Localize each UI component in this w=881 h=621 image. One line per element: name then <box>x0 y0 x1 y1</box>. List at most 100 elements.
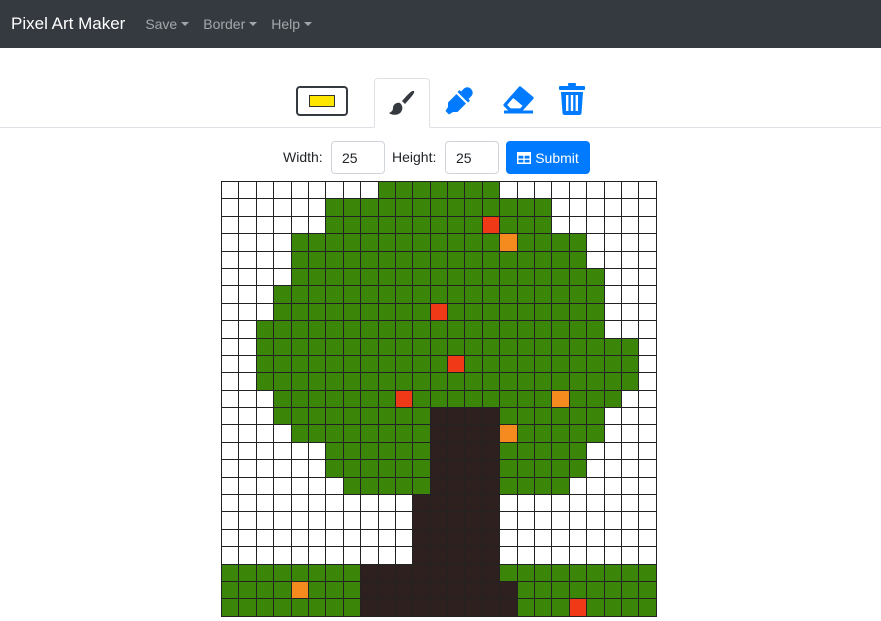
pixel-cell[interactable] <box>361 216 379 235</box>
pixel-cell[interactable] <box>274 599 292 617</box>
pixel-cell[interactable] <box>482 442 501 461</box>
pixel-cell[interactable] <box>639 529 657 548</box>
pixel-cell[interactable] <box>552 495 570 513</box>
pixel-cell[interactable] <box>291 286 309 304</box>
pixel-cell[interactable] <box>517 460 536 478</box>
pixel-cell[interactable] <box>274 460 292 478</box>
pixel-cell[interactable] <box>256 338 275 356</box>
pixel-cell[interactable] <box>326 251 344 269</box>
pixel-cell[interactable] <box>465 268 483 287</box>
pixel-cell[interactable] <box>239 512 257 530</box>
pixel-cell[interactable] <box>500 355 518 374</box>
pixel-cell[interactable] <box>222 460 240 478</box>
pixel-cell[interactable] <box>274 321 292 339</box>
pixel-cell[interactable] <box>482 355 501 374</box>
pixel-cell[interactable] <box>587 425 605 443</box>
eyedropper-tool[interactable] <box>444 84 476 116</box>
pixel-cell[interactable] <box>308 495 327 513</box>
pixel-cell[interactable] <box>274 408 292 426</box>
pixel-cell[interactable] <box>326 529 344 548</box>
pixel-cell[interactable] <box>430 216 449 235</box>
pixel-cell[interactable] <box>291 442 309 461</box>
pixel-cell[interactable] <box>274 477 292 496</box>
pixel-cell[interactable] <box>587 373 605 391</box>
pixel-cell[interactable] <box>378 547 396 565</box>
pixel-cell[interactable] <box>239 408 257 426</box>
pixel-cell[interactable] <box>448 286 466 304</box>
pixel-cell[interactable] <box>621 355 640 374</box>
pixel-cell[interactable] <box>535 268 553 287</box>
pixel-cell[interactable] <box>430 442 449 461</box>
pixel-cell[interactable] <box>517 216 536 235</box>
pixel-cell[interactable] <box>517 286 536 304</box>
pixel-cell[interactable] <box>239 199 257 217</box>
pixel-cell[interactable] <box>552 234 570 252</box>
pixel-cell[interactable] <box>395 355 414 374</box>
pixel-cell[interactable] <box>604 581 622 600</box>
pixel-cell[interactable] <box>430 390 449 409</box>
pixel-cell[interactable] <box>604 425 622 443</box>
pixel-cell[interactable] <box>569 390 588 409</box>
pixel-cell[interactable] <box>482 564 501 582</box>
pixel-cell[interactable] <box>552 321 570 339</box>
pixel-cell[interactable] <box>308 477 327 496</box>
pixel-cell[interactable] <box>326 303 344 322</box>
pixel-cell[interactable] <box>291 564 309 582</box>
pixel-cell[interactable] <box>308 286 327 304</box>
pixel-cell[interactable] <box>639 268 657 287</box>
pixel-cell[interactable] <box>517 581 536 600</box>
pixel-cell[interactable] <box>621 390 640 409</box>
pixel-cell[interactable] <box>587 442 605 461</box>
pixel-cell[interactable] <box>448 373 466 391</box>
pixel-cell[interactable] <box>256 321 275 339</box>
pixel-cell[interactable] <box>535 303 553 322</box>
pixel-cell[interactable] <box>535 564 553 582</box>
pixel-cell[interactable] <box>274 268 292 287</box>
pixel-cell[interactable] <box>482 321 501 339</box>
pixel-cell[interactable] <box>274 547 292 565</box>
pixel-cell[interactable] <box>482 390 501 409</box>
pixel-cell[interactable] <box>308 251 327 269</box>
pixel-cell[interactable] <box>430 599 449 617</box>
pixel-cell[interactable] <box>482 495 501 513</box>
pixel-cell[interactable] <box>587 495 605 513</box>
pixel-cell[interactable] <box>361 477 379 496</box>
pixel-cell[interactable] <box>291 355 309 374</box>
pixel-cell[interactable] <box>569 529 588 548</box>
pixel-cell[interactable] <box>621 216 640 235</box>
pixel-cell[interactable] <box>569 477 588 496</box>
pixel-cell[interactable] <box>587 512 605 530</box>
pixel-cell[interactable] <box>222 321 240 339</box>
pixel-cell[interactable] <box>448 199 466 217</box>
pixel-cell[interactable] <box>639 286 657 304</box>
pixel-cell[interactable] <box>361 251 379 269</box>
pixel-cell[interactable] <box>604 199 622 217</box>
pixel-cell[interactable] <box>274 390 292 409</box>
pixel-cell[interactable] <box>569 495 588 513</box>
pixel-cell[interactable] <box>535 460 553 478</box>
pixel-cell[interactable] <box>500 216 518 235</box>
pixel-cell[interactable] <box>604 564 622 582</box>
pixel-cell[interactable] <box>639 547 657 565</box>
help-menu[interactable]: Help <box>271 16 313 32</box>
pixel-cell[interactable] <box>430 529 449 548</box>
pixel-cell[interactable] <box>500 268 518 287</box>
pixel-cell[interactable] <box>517 182 536 200</box>
pixel-cell[interactable] <box>395 408 414 426</box>
pixel-cell[interactable] <box>308 199 327 217</box>
pixel-cell[interactable] <box>604 442 622 461</box>
pixel-cell[interactable] <box>326 338 344 356</box>
pixel-cell[interactable] <box>274 495 292 513</box>
pixel-cell[interactable] <box>361 564 379 582</box>
pixel-cell[interactable] <box>604 234 622 252</box>
pixel-cell[interactable] <box>587 251 605 269</box>
pixel-cell[interactable] <box>430 338 449 356</box>
pixel-cell[interactable] <box>552 216 570 235</box>
pixel-cell[interactable] <box>326 460 344 478</box>
pixel-cell[interactable] <box>291 408 309 426</box>
pixel-cell[interactable] <box>326 182 344 200</box>
pixel-cell[interactable] <box>517 390 536 409</box>
pixel-cell[interactable] <box>274 512 292 530</box>
pixel-cell[interactable] <box>239 355 257 374</box>
pixel-cell[interactable] <box>621 286 640 304</box>
